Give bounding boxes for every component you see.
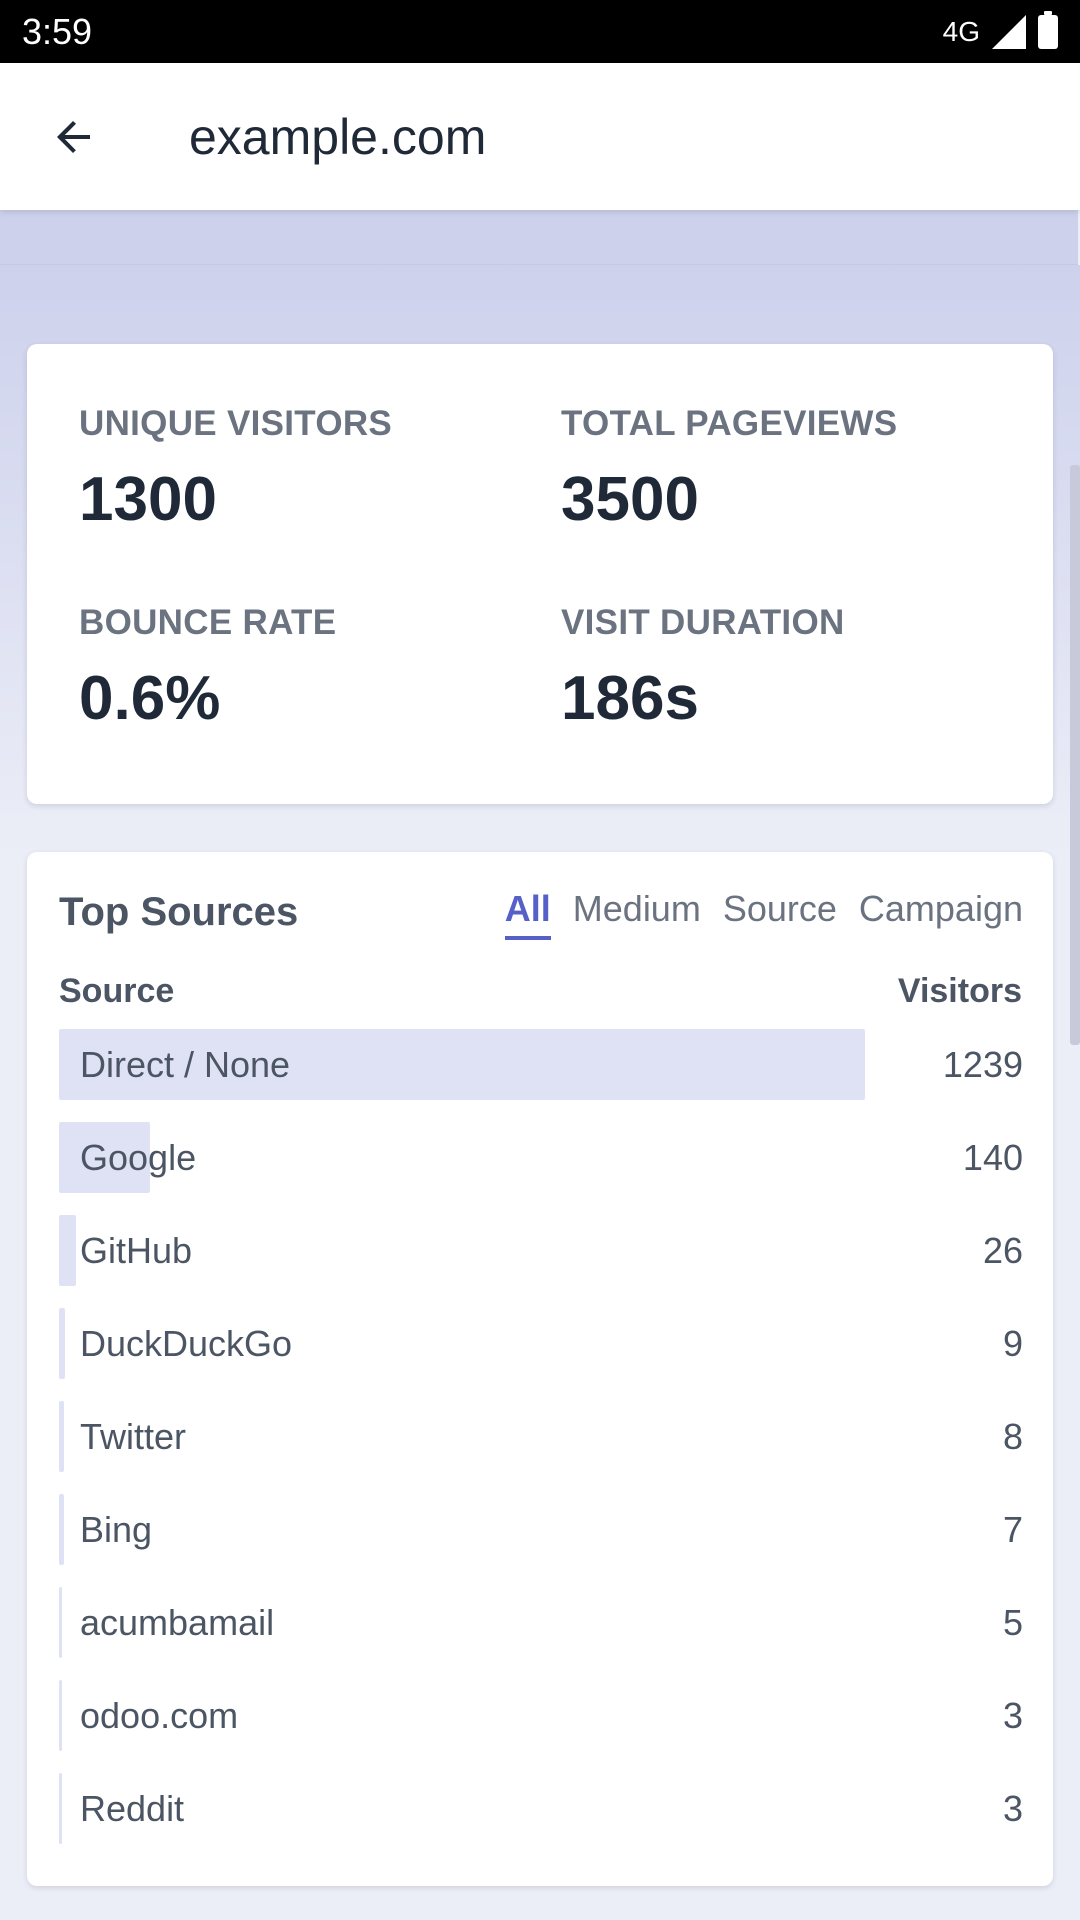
status-time: 3:59 (22, 10, 93, 52)
source-label: acumbamail (80, 1601, 275, 1643)
stat-label: VISIT DURATION (561, 603, 845, 642)
tab-campaign[interactable]: Campaign (859, 888, 1023, 936)
row-bar (59, 1587, 62, 1658)
row-bar (59, 1308, 65, 1379)
row-bar (59, 1680, 62, 1751)
top-sources-card: Top Sources All Medium Source Campaign S… (27, 852, 1053, 1886)
visitor-count: 3 (1002, 1694, 1023, 1736)
list-item[interactable]: Google 140 (59, 1122, 1023, 1193)
list-item[interactable]: Reddit 3 (59, 1773, 1023, 1844)
stat-value: 1300 (79, 465, 217, 534)
arrow-back-icon (57, 120, 90, 153)
column-header-visitors: Visitors (897, 972, 1022, 1010)
stats-card: UNIQUE VISITORS 1300 TOTAL PAGEVIEWS 350… (27, 344, 1053, 804)
visitor-count: 5 (1002, 1601, 1023, 1643)
list-item[interactable]: odoo.com 3 (59, 1680, 1023, 1751)
status-bar: 3:59 4G (0, 0, 1080, 63)
list-item[interactable]: Bing 7 (59, 1494, 1023, 1565)
stat-total-pageviews: TOTAL PAGEVIEWS 3500 (561, 404, 897, 535)
column-header-source: Source (59, 972, 175, 1010)
scrollbar[interactable] (1070, 465, 1080, 1045)
source-label: DuckDuckGo (80, 1322, 293, 1364)
visitor-count: 1239 (942, 1043, 1023, 1085)
source-label: Reddit (80, 1787, 185, 1829)
source-label: Google (80, 1136, 197, 1178)
top-sources-title: Top Sources (59, 890, 299, 934)
visitor-count: 7 (1002, 1508, 1023, 1550)
stat-value: 3500 (561, 465, 699, 534)
visitor-count: 8 (1002, 1415, 1023, 1457)
visitor-count: 26 (982, 1229, 1023, 1271)
source-tabs: All Medium Source Campaign (504, 888, 1023, 940)
header-strip (0, 210, 1078, 265)
tab-medium[interactable]: Medium (573, 888, 701, 936)
row-bar (59, 1401, 64, 1472)
list-item[interactable]: GitHub 26 (59, 1215, 1023, 1286)
stat-visit-duration: VISIT DURATION 186s (561, 603, 845, 734)
visitor-count: 3 (1002, 1787, 1023, 1829)
visitor-count: 9 (1002, 1322, 1023, 1364)
stat-value: 0.6% (79, 664, 221, 733)
list-item[interactable]: Twitter 8 (59, 1401, 1023, 1472)
network-label: 4G (942, 15, 980, 47)
stat-unique-visitors: UNIQUE VISITORS 1300 (79, 404, 392, 535)
stat-label: TOTAL PAGEVIEWS (561, 404, 898, 443)
row-bar (59, 1773, 62, 1844)
battery-icon (1038, 10, 1058, 49)
row-bar (59, 1215, 76, 1286)
status-icons: 4G (942, 10, 1058, 51)
signal-icon (992, 14, 1026, 49)
page-title: example.com (189, 108, 487, 165)
list-item[interactable]: acumbamail 5 (59, 1587, 1023, 1658)
sources-list: Direct / None 1239 Google 140 GitHub 26 … (59, 1029, 1023, 1866)
tab-source[interactable]: Source (723, 888, 837, 936)
list-item[interactable]: DuckDuckGo 9 (59, 1308, 1023, 1379)
source-label: odoo.com (80, 1694, 239, 1736)
tab-all[interactable]: All (504, 888, 551, 940)
source-label: Direct / None (80, 1043, 291, 1085)
visitor-count: 140 (962, 1136, 1023, 1178)
back-button[interactable] (0, 63, 148, 210)
stat-value: 186s (561, 664, 699, 733)
stat-bounce-rate: BOUNCE RATE 0.6% (79, 603, 336, 734)
stat-label: BOUNCE RATE (79, 603, 337, 642)
row-bar (59, 1494, 64, 1565)
stat-label: UNIQUE VISITORS (79, 404, 393, 443)
source-label: Twitter (80, 1415, 187, 1457)
source-label: Bing (80, 1508, 153, 1550)
source-label: GitHub (80, 1229, 193, 1271)
app-bar: example.com (0, 63, 1080, 210)
list-item[interactable]: Direct / None 1239 (59, 1029, 1023, 1100)
